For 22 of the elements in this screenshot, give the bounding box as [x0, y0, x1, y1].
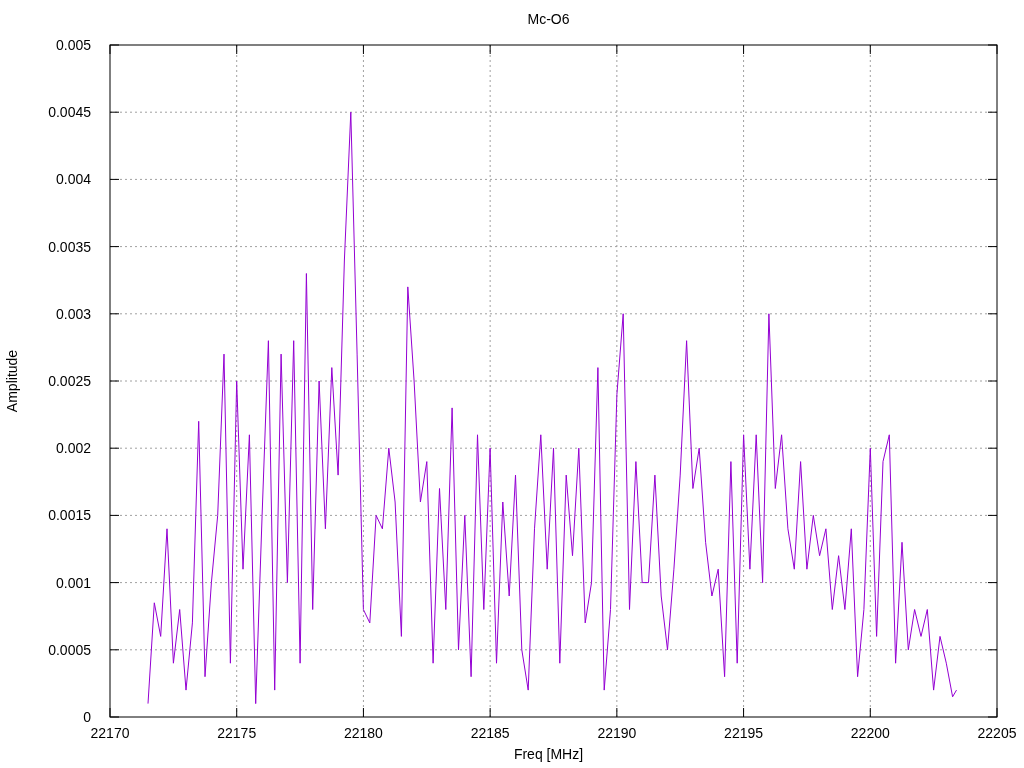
tick-label: 0.003	[55, 305, 91, 322]
tick-label: 22195	[724, 725, 764, 741]
tick-label: 22170	[90, 725, 130, 741]
tick-label: 0.001	[55, 574, 91, 591]
chart-title: Mc-O6	[527, 11, 570, 27]
axis-label: Freq [MHz]	[513, 746, 584, 762]
tick-label: 22200	[850, 725, 890, 741]
tick-label: 0	[83, 709, 91, 725]
tick-label: 22190	[597, 725, 637, 741]
tick-label: 0.002	[55, 440, 91, 457]
tick-label: 22205	[977, 725, 1017, 741]
tick-label: 22185	[470, 725, 510, 741]
axis-label: Amplitude	[4, 349, 20, 413]
tick-label: 0.0045	[48, 104, 91, 121]
tick-label: 0.0005	[48, 641, 91, 658]
tick-label: 22180	[343, 725, 383, 741]
tick-label: 0.0015	[48, 507, 91, 524]
tick-label: 0.0035	[48, 238, 91, 255]
tick-label: 0.0025	[48, 373, 91, 389]
tick-label: 0.004	[55, 171, 91, 188]
tick-label: 22175	[217, 725, 257, 741]
tick-label: 0.005	[55, 37, 91, 53]
